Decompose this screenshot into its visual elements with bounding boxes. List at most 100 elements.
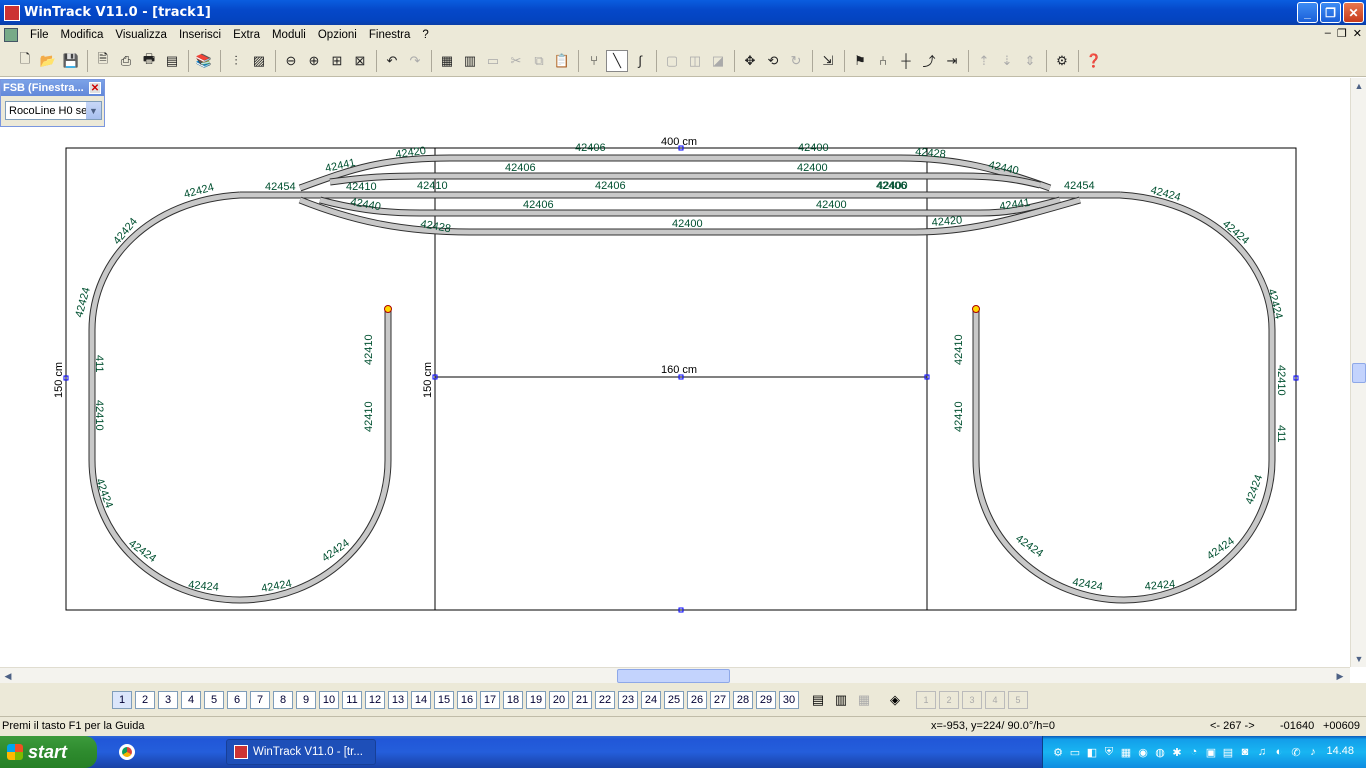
mdi-minimize-button[interactable]: – (1325, 27, 1331, 40)
layer-button-23[interactable]: 23 (618, 690, 638, 709)
layer-button-20[interactable]: 20 (549, 690, 569, 709)
track-layout-drawing[interactable]: 400 cm 150 cm 150 cm 160 cm 424244242442… (0, 78, 1350, 667)
layer-button-22[interactable]: 22 (595, 690, 615, 709)
fsb-title-bar[interactable]: FSB (Finestra... ✕ (1, 80, 104, 96)
fsb-panel[interactable]: FSB (Finestra... ✕ RocoLine H0 se ▼ (0, 79, 105, 127)
menu-moduli[interactable]: Moduli (266, 29, 312, 41)
menu-file[interactable]: File (24, 29, 55, 41)
scroll-up-icon[interactable]: ▲ (1351, 78, 1366, 94)
curve-icon[interactable]: ∫ (629, 50, 651, 72)
layer-hide-icon[interactable]: ▦ (854, 691, 874, 709)
layer-button-6[interactable]: 6 (227, 690, 247, 709)
menu-inserisci[interactable]: Inserisci (173, 29, 227, 41)
settings-icon[interactable]: ⚙ (1051, 50, 1073, 72)
layer-button-15[interactable]: 15 (434, 690, 454, 709)
ungroup-icon[interactable]: ◫ (684, 50, 706, 72)
tray-icon-2[interactable]: ▭ (1068, 745, 1082, 759)
layer-button-14[interactable]: 14 (411, 690, 431, 709)
undo-icon[interactable]: ↶ (381, 50, 403, 72)
library-icon[interactable]: 📚 (193, 50, 215, 72)
tray-icon-4[interactable]: ⛨ (1102, 745, 1116, 759)
stack-icon[interactable]: ◪ (707, 50, 729, 72)
layer-button-28[interactable]: 28 (733, 690, 753, 709)
layer-button-3[interactable]: 3 (158, 690, 178, 709)
minimize-button[interactable]: _ (1297, 2, 1318, 23)
scroll-right-icon[interactable]: ▶ (1332, 668, 1348, 684)
yard-track-3[interactable] (319, 197, 1061, 216)
redo-icon[interactable]: ↷ (404, 50, 426, 72)
print-setup-icon[interactable]: 🖶 (138, 50, 160, 72)
open-folder-icon[interactable]: 📂 (37, 50, 59, 72)
view-slot-button-3[interactable]: 3 (962, 690, 982, 709)
tray-icon-16[interactable]: ♪ (1306, 745, 1320, 759)
signal-icon[interactable]: ⚑ (849, 50, 871, 72)
copy-icon[interactable]: ⧉ (528, 50, 550, 72)
horizontal-scrollbar[interactable]: ◀ ▶ (0, 667, 1350, 683)
table-icon[interactable]: ▭ (482, 50, 504, 72)
menu-extra[interactable]: Extra (227, 29, 266, 41)
layer-button-5[interactable]: 5 (204, 690, 224, 709)
maximize-button[interactable]: ❐ (1320, 2, 1341, 23)
chevron-down-icon[interactable]: ▼ (86, 102, 101, 119)
menu-help[interactable]: ? (416, 29, 434, 41)
layer-button-26[interactable]: 26 (687, 690, 707, 709)
menu-opzioni[interactable]: Opzioni (312, 29, 363, 41)
tray-icon-14[interactable]: ◐ (1272, 745, 1286, 759)
view-slot-button-4[interactable]: 4 (985, 690, 1005, 709)
tray-icon-8[interactable]: ✱ (1170, 745, 1184, 759)
cut-list-icon[interactable]: ▥ (459, 50, 481, 72)
layer-button-24[interactable]: 24 (641, 690, 661, 709)
layer-button-30[interactable]: 30 (779, 690, 799, 709)
layer-button-4[interactable]: 4 (181, 690, 201, 709)
start-button[interactable]: start (0, 736, 97, 768)
document-system-icon[interactable] (4, 28, 18, 42)
tray-icon-15[interactable]: ✆ (1289, 745, 1303, 759)
fsb-close-button[interactable]: ✕ (89, 82, 101, 94)
layer-button-27[interactable]: 27 (710, 690, 730, 709)
buffer-stop-1[interactable] (384, 305, 392, 313)
zoom-window-icon[interactable]: ⊞ (326, 50, 348, 72)
flex-track-icon[interactable]: ╲ (606, 49, 628, 72)
menu-finestra[interactable]: Finestra (363, 29, 417, 41)
parts-list-icon[interactable]: ▦ (436, 50, 458, 72)
tray-icon-3[interactable]: ◧ (1085, 745, 1099, 759)
tray-icon-5[interactable]: ▦ (1119, 745, 1133, 759)
calculator-icon[interactable]: ▤ (161, 50, 183, 72)
connect-icon[interactable]: ┼ (895, 50, 917, 72)
layer-edit-icon[interactable]: ▥ (831, 691, 851, 709)
tray-icon-12[interactable]: ◙ (1238, 745, 1252, 759)
layer-stack-icon[interactable]: ▤ (808, 691, 828, 709)
move-icon[interactable]: ✥ (739, 50, 761, 72)
save-icon[interactable]: 💾 (60, 50, 82, 72)
menu-modifica[interactable]: Modifica (55, 29, 110, 41)
layer-button-21[interactable]: 21 (572, 690, 592, 709)
layer-button-7[interactable]: 7 (250, 690, 270, 709)
buffer-stop-2[interactable] (972, 305, 980, 313)
layout-canvas[interactable]: 400 cm 150 cm 150 cm 160 cm 42424 42424 42… (0, 78, 1350, 667)
layer-button-18[interactable]: 18 (503, 690, 523, 709)
scroll-left-icon[interactable]: ◀ (0, 668, 16, 684)
join-icon[interactable]: ⤴ (918, 50, 940, 72)
vertical-scrollbar[interactable]: ▲ ▼ (1350, 78, 1366, 667)
print-preview-icon[interactable]: 🗎 (92, 50, 114, 72)
menu-visualizza[interactable]: Visualizza (109, 29, 173, 41)
layer-button-1[interactable]: 1 (112, 690, 132, 709)
print-icon[interactable]: ⎙ (115, 50, 137, 72)
group-icon[interactable]: ▢ (661, 50, 683, 72)
scissors-icon[interactable]: ✂ (505, 50, 527, 72)
layer-manager-icon[interactable]: ◈ (885, 691, 905, 709)
horizontal-scroll-thumb[interactable] (617, 669, 730, 683)
layer-button-8[interactable]: 8 (273, 690, 293, 709)
mdi-close-button[interactable]: ✕ (1353, 27, 1362, 40)
chrome-icon[interactable] (119, 744, 135, 760)
height-zero-icon[interactable]: ⇕ (1019, 50, 1041, 72)
zoom-in-icon[interactable]: ⊕ (303, 50, 325, 72)
layer-button-12[interactable]: 12 (365, 690, 385, 709)
layer-button-19[interactable]: 19 (526, 690, 546, 709)
layer-button-10[interactable]: 10 (319, 690, 339, 709)
scroll-down-icon[interactable]: ▼ (1351, 651, 1366, 667)
tray-icon-6[interactable]: ◉ (1136, 745, 1150, 759)
view-slot-button-2[interactable]: 2 (939, 690, 959, 709)
tray-icon-13[interactable]: ♫ (1255, 745, 1269, 759)
help-icon[interactable]: ❓ (1083, 50, 1105, 72)
